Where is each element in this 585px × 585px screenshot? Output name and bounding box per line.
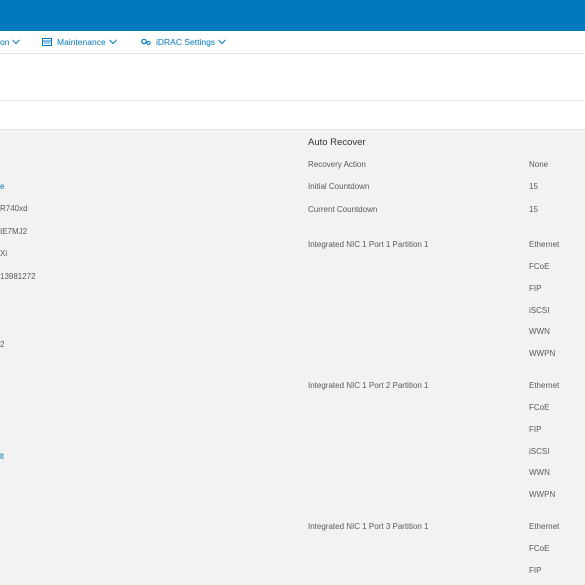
idrac-settings-icon	[141, 38, 151, 46]
nic-name: Integrated NIC 1 Port 3 Partition 1	[308, 522, 429, 531]
nic-name: Integrated NIC 1 Port 1 Partition 1	[308, 240, 429, 249]
nic-protocol: Ethernet	[529, 240, 560, 249]
current-countdown-value: 15	[529, 205, 538, 214]
nic-protocol: iSCSI	[529, 447, 550, 456]
nic-name: Integrated NIC 1 Port 2 Partition 1	[308, 381, 429, 390]
nic-protocol: FCoE	[529, 403, 550, 412]
page-header-area	[0, 54, 585, 101]
main-nav: on Maintenance iDRAC Settings	[0, 31, 585, 54]
chevron-down-icon	[218, 39, 226, 45]
nic-protocol: FIP	[529, 566, 542, 575]
initial-countdown-label: Initial Countdown	[308, 182, 370, 191]
maintenance-icon	[42, 38, 52, 46]
chevron-down-icon	[12, 39, 21, 45]
nic-protocol: Ethernet	[529, 381, 560, 390]
initial-countdown-value: 15	[529, 182, 538, 191]
os-value: Xi	[0, 249, 8, 258]
nic-protocol: WWN	[529, 327, 550, 336]
chevron-down-icon	[108, 39, 117, 45]
toolbar-area	[0, 101, 585, 130]
express-service-code-value: 13981272	[0, 272, 36, 281]
detail-link[interactable]: lt	[0, 452, 4, 462]
nic-protocol: WWPN	[529, 490, 556, 499]
recovery-action-value: None	[529, 160, 549, 169]
nic-protocol: FCoE	[529, 544, 550, 553]
nav-idrac-settings-menu[interactable]: iDRAC Settings	[141, 31, 226, 53]
nav-configuration-menu[interactable]: on	[0, 31, 21, 53]
auto-recover-heading: Auto Recover	[308, 137, 366, 148]
nav-configuration-label: on	[0, 37, 10, 47]
top-banner	[0, 0, 585, 31]
version-value: 2	[0, 340, 5, 349]
nic-protocol: FIP	[529, 425, 542, 434]
host-link[interactable]: e	[0, 182, 4, 192]
nic-protocol: WWPN	[529, 349, 556, 358]
nic-protocol: WWN	[529, 468, 550, 477]
current-countdown-label: Current Countdown	[308, 205, 378, 214]
nic-protocol: FIP	[529, 284, 542, 293]
model-value: R740xd	[0, 204, 28, 213]
nic-protocol: iSCSI	[529, 306, 550, 315]
service-tag-value: IE7MJ2	[0, 227, 28, 236]
nic-protocol: FCoE	[529, 262, 550, 271]
nic-protocol: Ethernet	[529, 522, 560, 531]
nav-idrac-settings-label: iDRAC Settings	[156, 37, 216, 47]
nav-maintenance-label: Maintenance	[57, 37, 106, 47]
recovery-action-label: Recovery Action	[308, 160, 366, 169]
nav-maintenance-menu[interactable]: Maintenance	[42, 31, 117, 53]
